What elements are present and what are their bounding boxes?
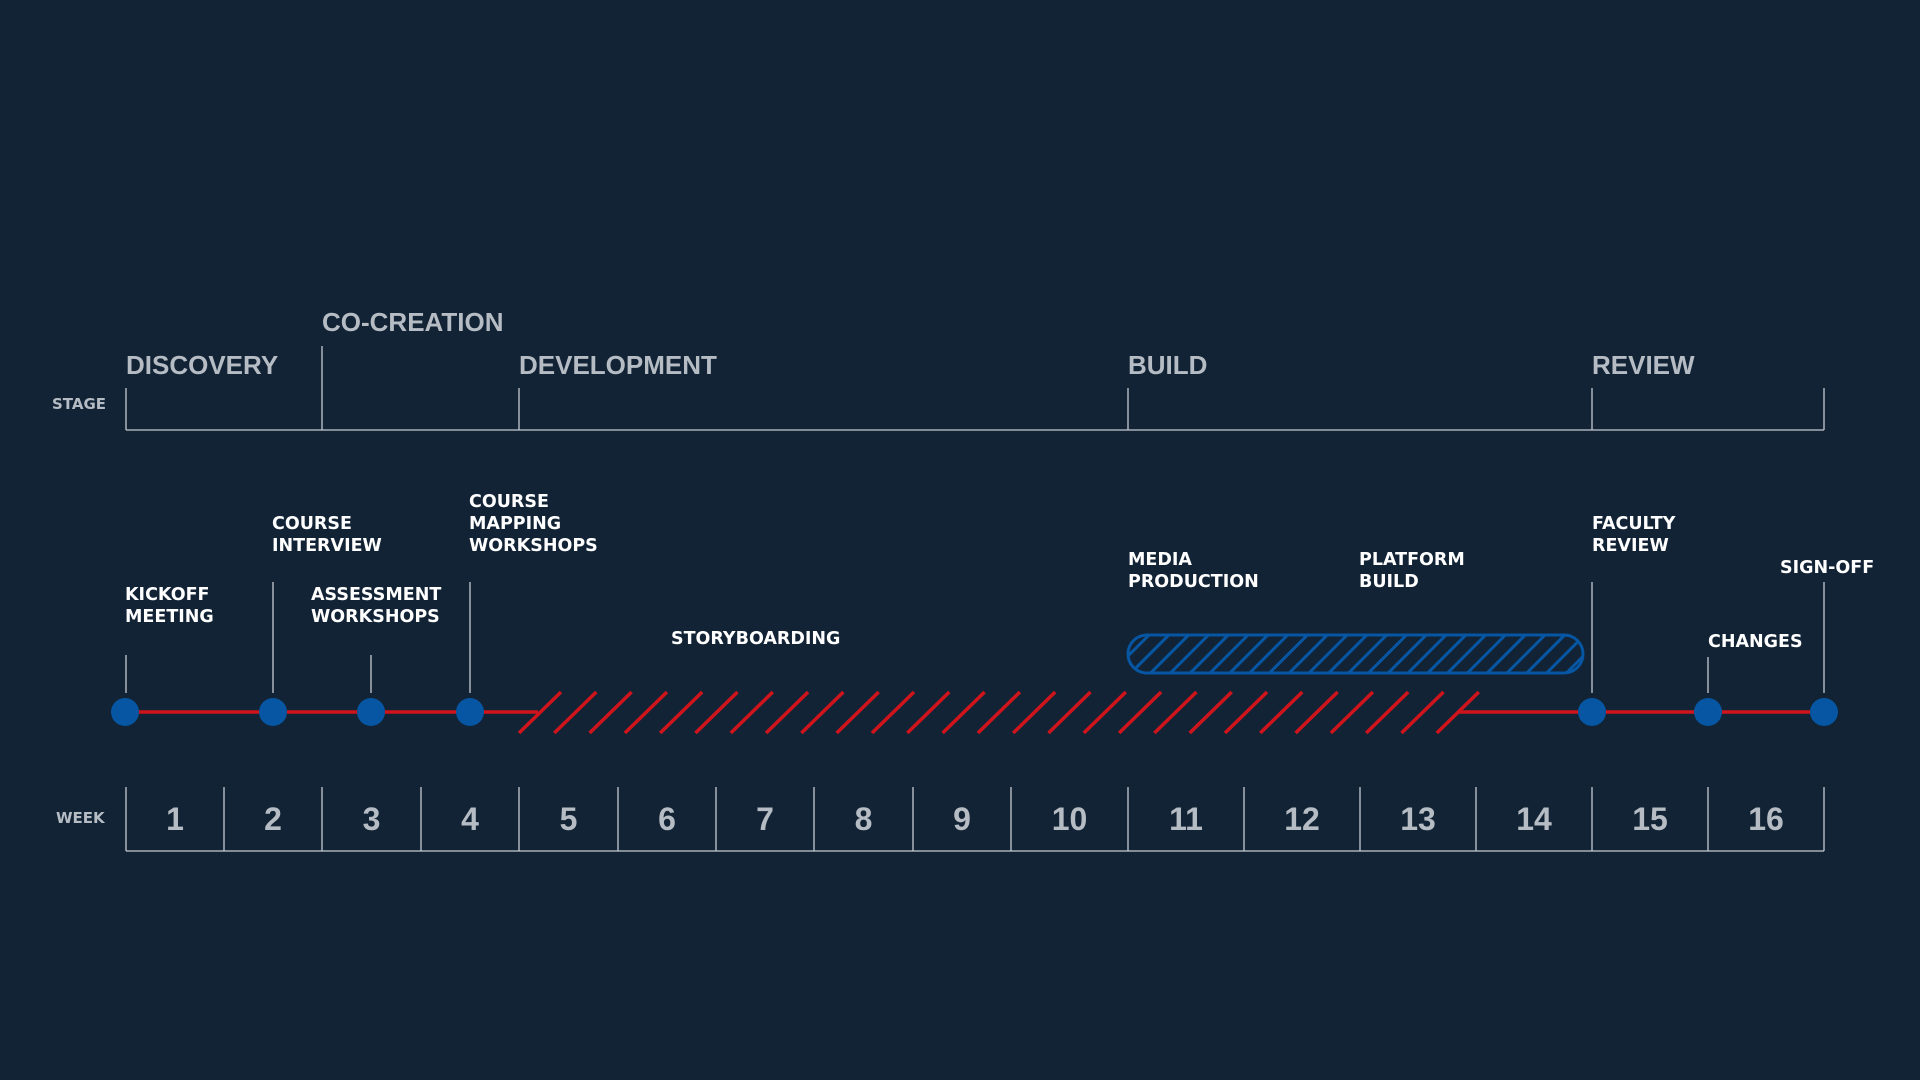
- week-number-5: 5: [560, 801, 578, 837]
- hatch-stroke: [658, 690, 704, 735]
- week-number-9: 9: [953, 801, 971, 837]
- hatch-stroke: [1011, 690, 1057, 735]
- hatch-stroke: [835, 690, 880, 735]
- hatch-stroke: [1400, 690, 1445, 735]
- hatch-stroke: [623, 690, 669, 735]
- week-number-3: 3: [363, 801, 381, 837]
- week-number-7: 7: [756, 801, 774, 837]
- hatch-stroke: [1364, 690, 1410, 735]
- task-label-platform-build: PLATFORM BUILD: [1359, 550, 1471, 592]
- milestone-dot-sign-off: [1810, 698, 1838, 726]
- hatch-stroke: [1188, 690, 1233, 735]
- hatch-stroke: [906, 690, 951, 735]
- milestone-label-changes: CHANGES: [1708, 632, 1803, 652]
- milestone-dot-course-interview: [259, 698, 287, 726]
- hatch-stroke: [764, 690, 810, 735]
- week-number-10: 10: [1052, 801, 1088, 837]
- milestone-dot-kickoff: [111, 698, 139, 726]
- week-number-11: 11: [1169, 801, 1203, 837]
- storyboarding-hatch: [517, 690, 1481, 735]
- task-label-storyboarding: STORYBOARDING: [671, 629, 840, 649]
- week-number-2: 2: [264, 801, 282, 837]
- hatch-stroke: [1117, 690, 1163, 735]
- hatch-stroke: [729, 690, 775, 735]
- hatch-stroke: [588, 690, 633, 735]
- milestone-label-kickoff: KICKOFF MEETING: [125, 585, 216, 627]
- milestone-label-course-interview: COURSE INTERVIEW: [272, 514, 382, 556]
- task-label-media-production: MEDIA PRODUCTION: [1128, 550, 1259, 592]
- milestone-label-sign-off: SIGN-OFF: [1780, 558, 1874, 578]
- hatch-stroke: [1329, 690, 1375, 735]
- milestone-dot-changes: [1694, 698, 1722, 726]
- hatch-stroke: [1153, 690, 1198, 735]
- week-number-14: 14: [1516, 801, 1552, 837]
- week-number-16: 16: [1748, 801, 1784, 837]
- stage-row-label: STAGE: [52, 395, 106, 413]
- milestone-dot-assessment-workshops: [357, 698, 385, 726]
- hatch-stroke: [941, 690, 986, 735]
- stage-development: DEVELOPMENT: [519, 350, 717, 380]
- week-numbers: 1 2 3 4 5 6 7 8 9 10 11 12 13 14 15 16: [166, 801, 1784, 837]
- week-number-15: 15: [1632, 801, 1668, 837]
- milestone-dot-faculty-review: [1578, 698, 1606, 726]
- hatch-stroke: [1259, 690, 1304, 735]
- hatch-stroke: [1082, 690, 1128, 735]
- stage-discovery: DISCOVERY: [126, 350, 278, 380]
- week-number-1: 1: [166, 801, 184, 837]
- hatch-stroke: [1294, 690, 1339, 735]
- milestone-label-course-mapping-workshops: COURSE MAPPING WORKSHOPS: [469, 492, 598, 556]
- week-number-13: 13: [1400, 801, 1436, 837]
- hatch-stroke: [694, 690, 739, 735]
- week-number-4: 4: [461, 801, 479, 837]
- hatch-stroke: [870, 690, 916, 735]
- stage-build: BUILD: [1128, 350, 1207, 380]
- week-number-6: 6: [658, 801, 676, 837]
- project-timeline-diagram: STAGE DISCOVERY CO-CREATION DEVELOPMENT …: [52, 307, 1874, 852]
- week-row-label: WEEK: [56, 809, 106, 827]
- hatch-stroke: [553, 690, 598, 735]
- hatch-stroke: [800, 690, 845, 735]
- hatch-stroke: [1223, 690, 1269, 735]
- milestone-dot-course-mapping-workshops: [456, 698, 484, 726]
- hatch-stroke: [1047, 690, 1092, 735]
- week-grid: [125, 787, 1825, 852]
- week-number-8: 8: [855, 801, 873, 837]
- stage-co-creation: CO-CREATION: [322, 307, 504, 337]
- week-number-12: 12: [1284, 801, 1320, 837]
- hatch-stroke: [976, 690, 1022, 735]
- stage-review: REVIEW: [1592, 350, 1695, 380]
- build-phase-bar: [1126, 633, 1585, 675]
- stage-bracket: [125, 346, 1825, 431]
- milestone-label-assessment-workshops: ASSESSMENT WORKSHOPS: [311, 585, 447, 627]
- milestone-label-faculty-review: FACULTY REVIEW: [1592, 514, 1682, 556]
